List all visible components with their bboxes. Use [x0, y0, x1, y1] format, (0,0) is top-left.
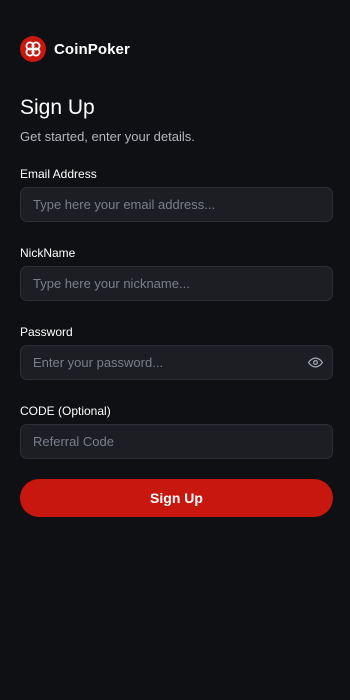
eye-icon[interactable] [298, 346, 332, 379]
email-field[interactable] [21, 188, 332, 221]
nickname-label: NickName [20, 246, 76, 260]
nickname-field[interactable] [21, 267, 332, 300]
password-label: Password [20, 325, 73, 339]
password-field[interactable] [21, 346, 298, 379]
email-field-wrapper [20, 187, 333, 222]
signup-button[interactable]: Sign Up [20, 479, 333, 517]
nickname-field-wrapper [20, 266, 333, 301]
referral-code-field[interactable] [21, 425, 332, 458]
code-label: CODE (Optional) [20, 404, 111, 418]
code-field-wrapper [20, 424, 333, 459]
page-title: Sign Up [20, 96, 95, 119]
signup-page: CoinPoker Sign Up Get started, enter you… [0, 0, 350, 700]
password-field-wrapper [20, 345, 333, 380]
page-subtitle: Get started, enter your details. [20, 129, 195, 144]
coinpoker-logo-icon [20, 36, 46, 62]
email-label: Email Address [20, 167, 97, 181]
brand-name: CoinPoker [54, 40, 130, 58]
brand: CoinPoker [20, 36, 130, 62]
